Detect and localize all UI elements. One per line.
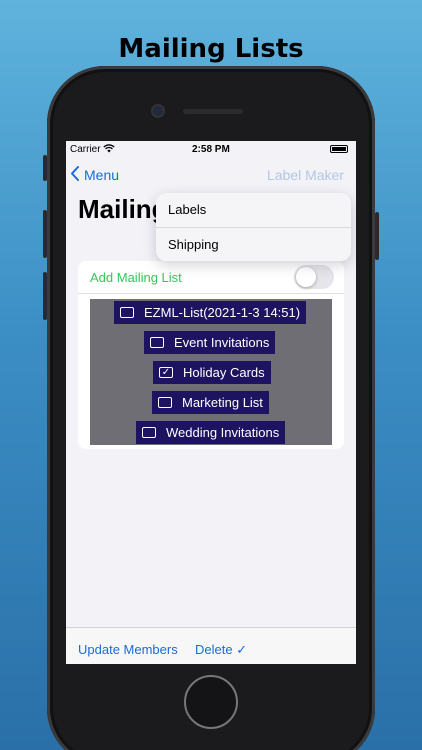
home-button [184, 675, 238, 729]
checkbox-icon[interactable] [120, 307, 134, 318]
mailing-list-name: Marketing List [182, 395, 263, 410]
chevron-left-icon [70, 166, 80, 184]
side-button-volume-down [43, 272, 47, 320]
wifi-icon [103, 144, 115, 156]
headline: Mailing Lists [118, 34, 304, 64]
menu-item-labels[interactable]: Labels [156, 193, 351, 227]
mailing-list-item[interactable]: Marketing List [152, 391, 269, 414]
clock: 2:58 PM [192, 144, 230, 155]
front-camera [153, 106, 163, 116]
checkbox-icon[interactable] [150, 337, 164, 348]
status-bar: Carrier 2:58 PM [66, 141, 356, 159]
battery-icon [330, 145, 348, 153]
side-button-mute [43, 155, 47, 181]
mailing-list-name: Event Invitations [174, 335, 270, 350]
delete-button[interactable]: Delete ✓ [195, 642, 247, 658]
mailing-list-panel: EZML-List(2021-1-3 14:51) Event Invitati… [90, 299, 332, 445]
update-members-button[interactable]: Update Members [78, 642, 178, 657]
side-button-volume-up [43, 210, 47, 258]
nav-bar: Menu Label Maker [66, 165, 356, 191]
bottom-toolbar: Update Members Delete ✓ [66, 627, 356, 664]
add-mailing-list-row: Add Mailing List [78, 261, 344, 294]
checkbox-icon[interactable] [142, 427, 156, 438]
toggle-knob [296, 267, 316, 287]
back-button-label: Menu [84, 167, 120, 183]
mailing-list-name: EZML-List(2021-1-3 14:51) [144, 305, 301, 320]
mailing-list-item[interactable]: ✓ Holiday Cards [153, 361, 271, 384]
side-button-power [375, 212, 379, 260]
mailing-list-item[interactable]: Wedding Invitations [136, 421, 286, 444]
checkbox-icon[interactable] [158, 397, 172, 408]
nav-right-title[interactable]: Label Maker [267, 167, 344, 183]
add-mailing-list-label: Add Mailing List [90, 270, 182, 285]
menu-item-shipping[interactable]: Shipping [156, 227, 351, 261]
popup-menu: Labels Shipping [156, 193, 351, 261]
app-screen: Carrier 2:58 PM Menu Label Maker Mailing… [66, 141, 356, 664]
mailing-list-name: Wedding Invitations [166, 425, 280, 440]
page-title: Mailing [78, 194, 168, 224]
mailing-list-card: Add Mailing List EZML-List(2021-1-3 14:5… [78, 261, 344, 449]
back-button[interactable]: Menu [70, 166, 119, 184]
add-mailing-list-toggle[interactable] [294, 265, 334, 289]
earpiece-speaker [183, 109, 243, 114]
mailing-list-item[interactable]: Event Invitations [144, 331, 276, 354]
mailing-list-name: Holiday Cards [183, 365, 265, 380]
mailing-list-item[interactable]: EZML-List(2021-1-3 14:51) [114, 301, 307, 324]
checkbox-checked-icon[interactable]: ✓ [159, 367, 173, 378]
carrier-label: Carrier [70, 144, 101, 155]
